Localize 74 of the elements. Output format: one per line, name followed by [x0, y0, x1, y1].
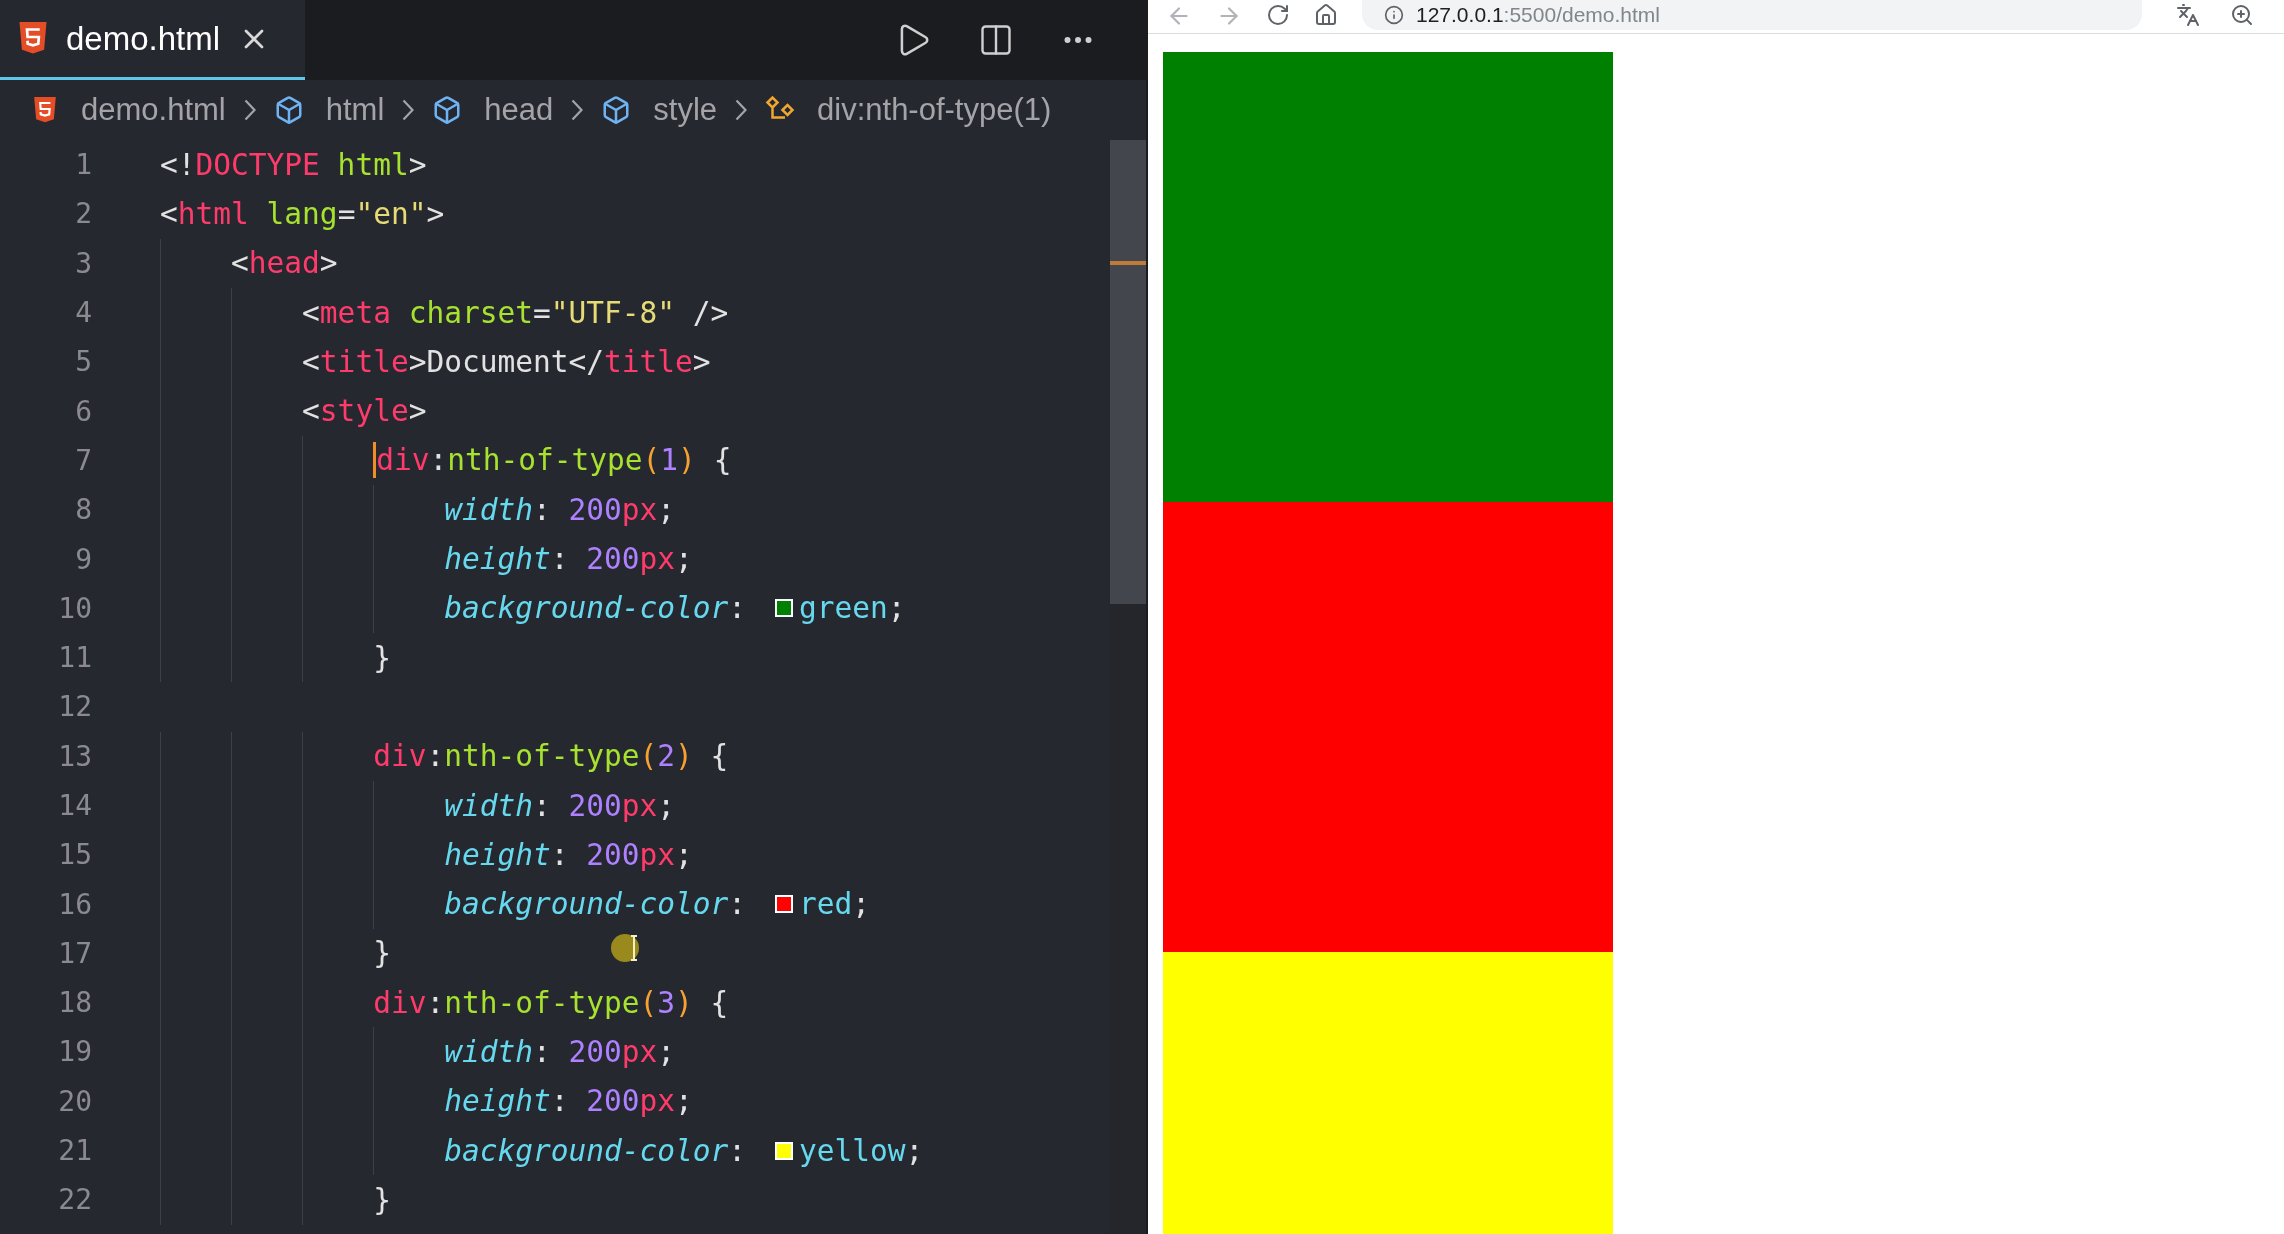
- line-number: 9: [74, 542, 92, 576]
- color-swatch[interactable]: [774, 599, 793, 618]
- code-text: div:nth-of-type(2) {: [372, 739, 729, 774]
- text-caret: [373, 442, 377, 479]
- editor-tab[interactable]: demo.html: [0, 0, 305, 80]
- scrollbar[interactable]: [1110, 140, 1146, 1234]
- cube-icon: [601, 95, 632, 125]
- breadcrumb-item[interactable]: style: [653, 92, 718, 128]
- line-number: 14: [57, 789, 92, 822]
- line-number: 5: [74, 345, 92, 379]
- line-number: 6: [74, 394, 92, 428]
- color-swatch[interactable]: [774, 895, 793, 914]
- line-number: 11: [57, 641, 92, 675]
- code-text: height: 200px;: [443, 837, 693, 872]
- cube-icon: [432, 95, 463, 125]
- code-text: yellow;: [798, 1133, 924, 1168]
- breadcrumb-item[interactable]: demo.html: [81, 92, 226, 128]
- code-text: width: 200px;: [443, 492, 676, 527]
- code-text: }: [372, 640, 391, 675]
- line-number: 22: [57, 1183, 92, 1217]
- url-text: 127.0.0.1:5500/demo.html: [1416, 3, 1661, 27]
- code-text: }: [372, 1182, 391, 1217]
- line-number: 3: [74, 246, 92, 280]
- code-text: height: 200px;: [443, 1084, 693, 1119]
- line-number: 7: [74, 443, 92, 477]
- line-number: 16: [57, 887, 92, 921]
- translate-icon[interactable]: [2176, 3, 2200, 27]
- code-text: background-color:: [443, 887, 748, 922]
- address-field[interactable]: 127.0.0.1:5500/demo.html: [1362, 0, 2142, 30]
- chevron-icon: [402, 99, 415, 121]
- html5-icon: [33, 96, 57, 124]
- line-number: 2: [74, 197, 92, 231]
- chevron-icon: [735, 99, 748, 121]
- code-text: div:nth-of-type(1) {: [376, 443, 732, 478]
- line-number: 13: [57, 739, 92, 773]
- line-number: 4: [74, 296, 92, 330]
- line-number: 12: [57, 690, 92, 724]
- line-number: 17: [57, 936, 92, 970]
- code-text: <meta charset="UTF-8" />: [301, 295, 729, 330]
- line-number: 21: [57, 1134, 92, 1168]
- html5-icon: [18, 22, 48, 55]
- breadcrumb-item[interactable]: head: [484, 92, 554, 128]
- code-text: <!DOCTYPE html>: [160, 147, 427, 182]
- zoom-icon[interactable]: [2230, 3, 2254, 27]
- code-text: <head>: [230, 246, 338, 281]
- code-text: background-color:: [443, 1133, 748, 1168]
- code-text: red;: [798, 887, 870, 922]
- code-text: }: [372, 936, 391, 971]
- split-editor-icon[interactable]: [978, 22, 1014, 58]
- code-text: height: 200px;: [443, 542, 693, 576]
- code-text: green;: [798, 591, 906, 626]
- line-number: 1: [74, 148, 92, 182]
- color-swatch[interactable]: [774, 1141, 793, 1160]
- line-number: 15: [57, 838, 92, 872]
- code-text: width: 200px;: [443, 788, 676, 823]
- code-text: background-color:: [443, 591, 748, 626]
- home-icon[interactable]: [1314, 3, 1338, 27]
- breadcrumb-item[interactable]: div:nth-of-type(1): [817, 92, 1052, 128]
- breadcrumb-item[interactable]: html: [325, 92, 385, 128]
- code-text: width: 200px;: [443, 1035, 676, 1069]
- line-number: 18: [57, 986, 92, 1020]
- line-number: 20: [57, 1084, 92, 1118]
- line-number: 19: [57, 1035, 92, 1069]
- chevron-icon: [571, 99, 584, 121]
- code-text: <title>Document</title>: [301, 344, 711, 379]
- line-number: 10: [57, 591, 92, 625]
- tab-label: demo.html: [66, 19, 221, 58]
- info-icon: [1384, 5, 1404, 25]
- reload-icon[interactable]: [1266, 3, 1290, 27]
- code-text: <html lang="en">: [160, 196, 445, 231]
- code-text: div:nth-of-type(3) {: [372, 985, 729, 1020]
- chevron-icon: [243, 99, 256, 121]
- line-number: 8: [74, 493, 92, 527]
- code-text: <style>: [301, 394, 427, 429]
